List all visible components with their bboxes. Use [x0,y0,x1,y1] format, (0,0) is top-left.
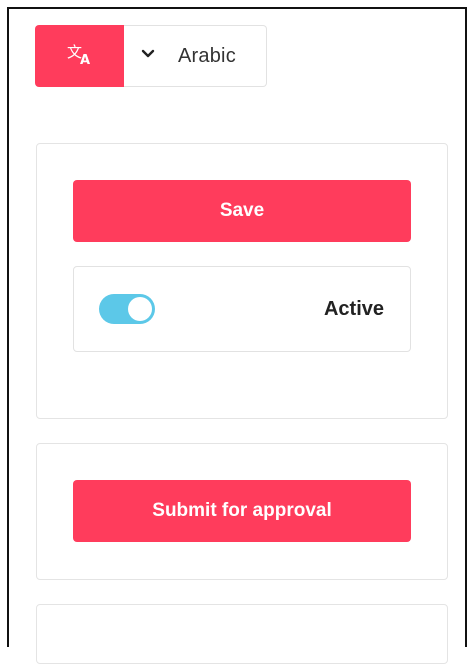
toggle-knob [128,297,152,321]
approval-card: Submit for approval [36,443,448,580]
language-switcher: 文 A Arabic [35,25,267,87]
submit-for-approval-button[interactable]: Submit for approval [73,480,411,542]
publish-card: Save Active [36,143,448,419]
next-card [36,604,448,664]
chevron-down-icon [140,47,156,65]
svg-text:A: A [80,53,90,67]
language-select[interactable]: Arabic [124,25,267,87]
status-box: Active [73,266,411,352]
translate-icon: 文 A [65,41,95,72]
translate-button[interactable]: 文 A [35,25,124,87]
selected-language: Arabic [178,44,236,67]
active-toggle[interactable] [99,294,155,324]
save-button[interactable]: Save [73,180,411,242]
status-label: Active [323,297,384,320]
